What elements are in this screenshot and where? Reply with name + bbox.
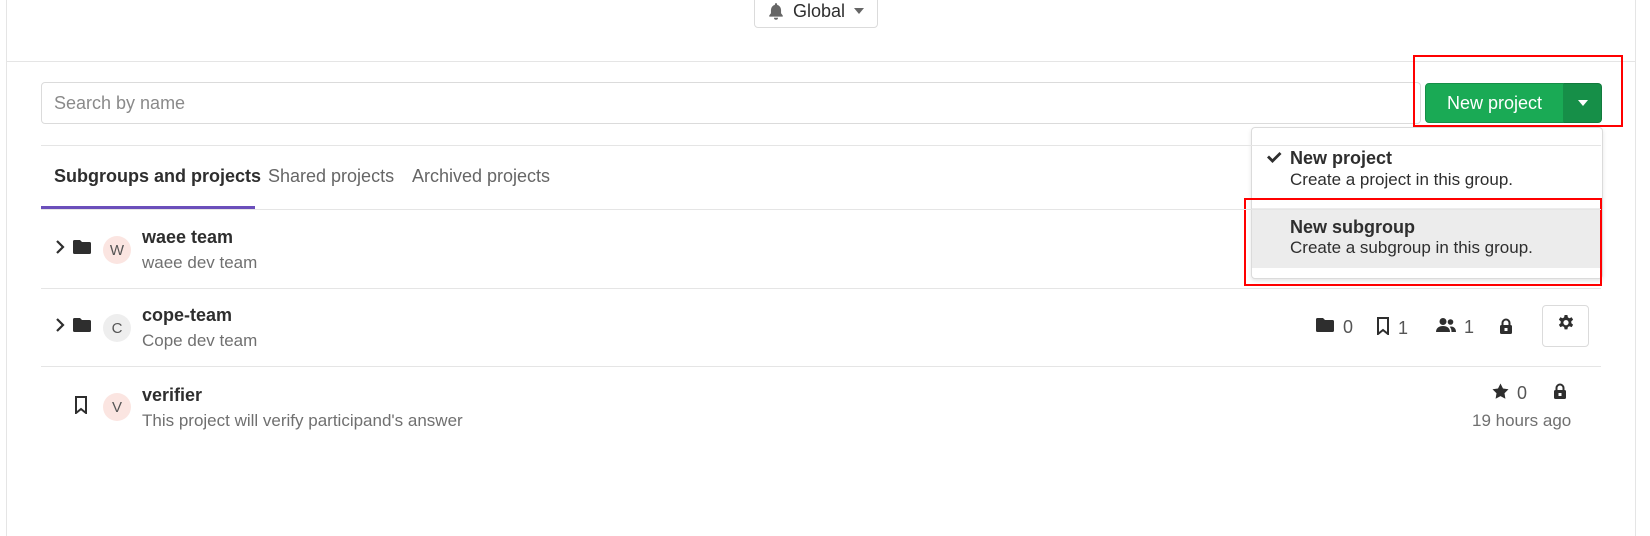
dropdown-item-description: Create a subgroup in this group.	[1290, 238, 1533, 257]
row-divider	[41, 288, 1601, 289]
folder-icon	[72, 239, 92, 260]
new-project-button[interactable]: New project	[1425, 83, 1564, 123]
subgroups-count: 0	[1315, 317, 1353, 338]
row-divider	[41, 366, 1601, 367]
star-count: 0	[1492, 383, 1527, 404]
header-divider	[7, 61, 1635, 62]
group-description: waee dev team	[142, 253, 258, 272]
page-border-right	[1635, 0, 1636, 536]
users-icon	[1436, 317, 1456, 338]
lock-icon	[1553, 383, 1567, 405]
members-count-value: 1	[1464, 317, 1475, 337]
check-icon	[1266, 150, 1282, 169]
new-project-dropdown-toggle[interactable]	[1564, 83, 1602, 123]
tab-archived-projects[interactable]: Archived projects	[412, 166, 550, 187]
star-count-value: 0	[1517, 383, 1528, 403]
gear-icon	[1556, 314, 1576, 339]
subgroups-count-value: 0	[1343, 317, 1354, 337]
group-settings-button[interactable]	[1542, 305, 1589, 347]
star-icon	[1492, 383, 1509, 404]
avatar: V	[103, 393, 131, 421]
search-input[interactable]	[41, 82, 1421, 124]
tabs-divider-top	[41, 145, 1601, 146]
folder-icon	[1315, 317, 1335, 338]
group-name[interactable]: waee team	[142, 227, 233, 248]
bookmark-icon	[1376, 317, 1390, 340]
caret-down-icon	[853, 7, 865, 15]
lock-icon	[1499, 318, 1513, 340]
bookmark-icon	[74, 396, 88, 419]
notification-level-dropdown[interactable]: Global	[754, 0, 878, 28]
dropdown-item-title: New project	[1290, 148, 1393, 168]
tab-shared-projects[interactable]: Shared projects	[268, 166, 394, 187]
last-updated: 19 hours ago	[1472, 411, 1572, 430]
members-count: 1	[1436, 317, 1474, 338]
group-name[interactable]: cope-team	[142, 305, 232, 326]
chevron-right-icon[interactable]	[55, 317, 65, 338]
project-description: This project will verify participand's a…	[142, 411, 463, 430]
tabs-divider-bottom	[41, 209, 1601, 210]
new-project-split-button: New project	[1425, 83, 1602, 123]
project-name[interactable]: verifier	[142, 385, 202, 406]
caret-down-icon	[1577, 94, 1589, 112]
bell-icon	[767, 2, 785, 20]
projects-count-value: 1	[1398, 318, 1409, 338]
dropdown-item-new-subgroup[interactable]: New subgroup Create a subgroup in this g…	[1252, 208, 1600, 268]
new-project-dropdown-menu: New project Create a project in this gro…	[1251, 127, 1603, 279]
projects-count: 1	[1376, 317, 1408, 340]
dropdown-item-new-project[interactable]: New project Create a project in this gro…	[1252, 144, 1600, 198]
chevron-right-icon[interactable]	[55, 239, 65, 260]
dropdown-item-description: Create a project in this group.	[1290, 170, 1514, 189]
group-description: Cope dev team	[142, 331, 258, 350]
avatar: C	[103, 314, 131, 342]
folder-icon	[72, 317, 92, 338]
avatar: W	[103, 236, 131, 264]
dropdown-item-title: New subgroup	[1290, 217, 1415, 237]
page-border-left	[6, 0, 7, 536]
tab-subgroups-and-projects[interactable]: Subgroups and projects	[54, 166, 261, 187]
notification-level-label: Global	[792, 0, 846, 21]
